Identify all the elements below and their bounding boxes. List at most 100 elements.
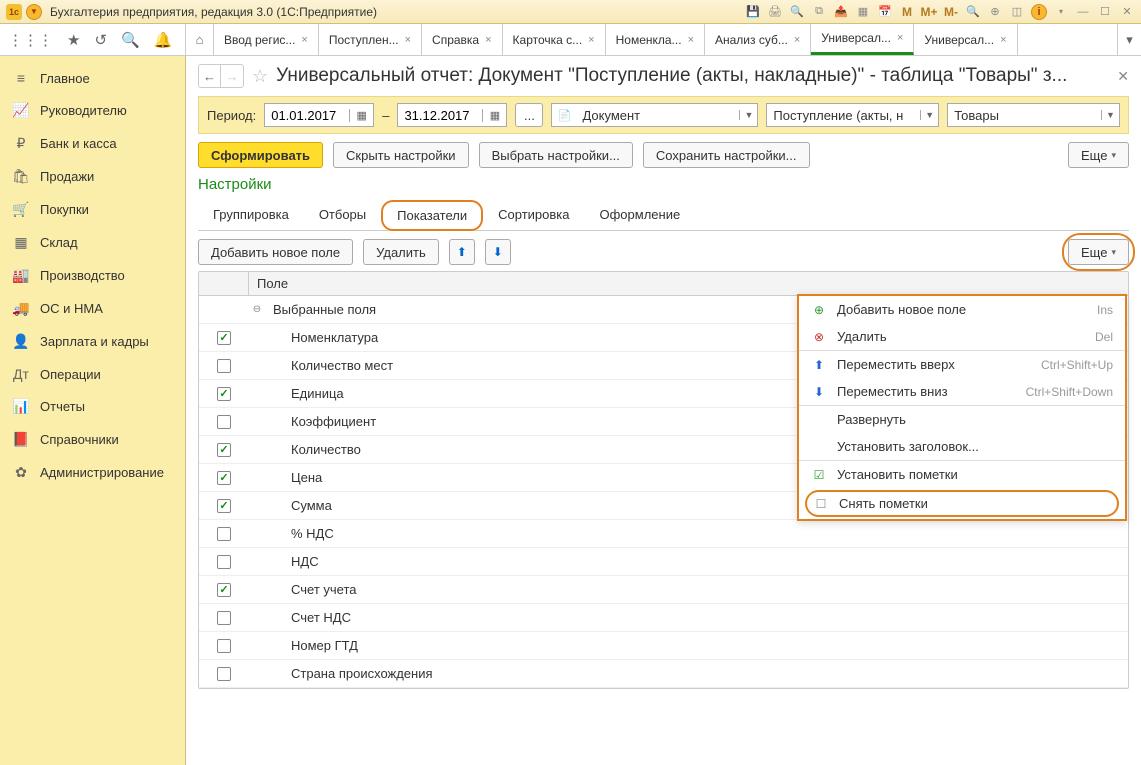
- tab-close-icon[interactable]: ×: [588, 34, 594, 46]
- tab[interactable]: Справка×: [422, 24, 503, 55]
- favorites-icon[interactable]: ★: [67, 31, 80, 49]
- grid-row[interactable]: % НДС: [199, 520, 1128, 548]
- grid-row[interactable]: НДС: [199, 548, 1128, 576]
- delete-field-button[interactable]: Удалить: [363, 239, 439, 265]
- row-checkbox[interactable]: [217, 583, 231, 597]
- row-checkbox[interactable]: [217, 443, 231, 457]
- tab-close-icon[interactable]: ×: [485, 34, 491, 46]
- nav-back-button[interactable]: ←: [199, 65, 221, 87]
- settings-tab[interactable]: Показатели: [381, 200, 483, 231]
- tab-close-icon[interactable]: ×: [1000, 34, 1006, 46]
- tab[interactable]: Анализ суб...×: [705, 24, 811, 55]
- row-checkbox[interactable]: [217, 527, 231, 541]
- sidebar-item[interactable]: 📈Руководителю: [0, 94, 185, 127]
- tab-close-icon[interactable]: ×: [794, 34, 800, 46]
- tab[interactable]: Номенкла...×: [606, 24, 705, 55]
- hide-settings-button[interactable]: Скрыть настройки: [333, 142, 469, 168]
- tab[interactable]: Ввод регис...×: [214, 24, 319, 55]
- grid-row[interactable]: Номер ГТД: [199, 632, 1128, 660]
- find-icon[interactable]: 🔍: [121, 31, 140, 49]
- export-icon[interactable]: 📤: [833, 4, 849, 20]
- menu-item[interactable]: Установить заголовок...: [799, 433, 1125, 460]
- chevron-down-icon[interactable]: ▼: [1101, 110, 1119, 120]
- m-button[interactable]: M: [899, 4, 915, 20]
- search-icon[interactable]: 🔍: [965, 4, 981, 20]
- doc-select[interactable]: Поступление (акты, н ▼: [766, 103, 939, 127]
- grid-row[interactable]: Страна происхождения: [199, 660, 1128, 688]
- collapse-icon[interactable]: ⊖: [249, 304, 265, 315]
- sidebar-item[interactable]: 🚚ОС и НМА: [0, 292, 185, 325]
- row-checkbox[interactable]: [217, 555, 231, 569]
- menu-item[interactable]: ☐Снять пометки: [807, 492, 1117, 515]
- menu-item[interactable]: ⬇Переместить внизCtrl+Shift+Down: [799, 378, 1125, 405]
- row-checkbox[interactable]: [217, 415, 231, 429]
- sidebar-item[interactable]: 📕Справочники: [0, 423, 185, 456]
- tab[interactable]: Универсал...×: [811, 24, 914, 55]
- row-checkbox[interactable]: [217, 471, 231, 485]
- panels-icon[interactable]: ◫: [1009, 4, 1025, 20]
- calendar2-icon[interactable]: 📅: [877, 4, 893, 20]
- sidebar-item[interactable]: ≡Главное: [0, 62, 185, 94]
- choose-settings-button[interactable]: Выбрать настройки...: [479, 142, 633, 168]
- table-select[interactable]: Товары ▼: [947, 103, 1120, 127]
- settings-tab[interactable]: Отборы: [304, 200, 381, 231]
- menu-item[interactable]: ⬆Переместить вверхCtrl+Shift+Up: [799, 350, 1125, 378]
- favorite-star-icon[interactable]: ☆: [252, 66, 268, 87]
- preview-icon[interactable]: 🔍: [789, 4, 805, 20]
- compare-icon[interactable]: ⧉: [811, 4, 827, 20]
- row-checkbox[interactable]: [217, 331, 231, 345]
- date-to-field[interactable]: [398, 108, 482, 123]
- fields-more-button[interactable]: Еще: [1068, 239, 1129, 265]
- sidebar-item[interactable]: 🏭Производство: [0, 259, 185, 292]
- sidebar-item[interactable]: ДтОперации: [0, 358, 185, 390]
- menu-item[interactable]: Развернуть: [799, 405, 1125, 433]
- tab-close-icon[interactable]: ×: [405, 34, 411, 46]
- tab-close-icon[interactable]: ×: [897, 32, 903, 44]
- date-to-input[interactable]: ▦: [397, 103, 507, 127]
- sidebar-item[interactable]: 🛍Продажи: [0, 160, 185, 193]
- sidebar-item[interactable]: ▦Склад: [0, 226, 185, 259]
- sidebar-item[interactable]: ✿Администрирование: [0, 456, 185, 489]
- settings-tab[interactable]: Оформление: [585, 200, 696, 231]
- tab-close-icon[interactable]: ×: [301, 34, 307, 46]
- m-plus-button[interactable]: M+: [921, 4, 937, 20]
- sidebar-item[interactable]: 🛒Покупки: [0, 193, 185, 226]
- move-down-button[interactable]: ⬇: [485, 239, 511, 265]
- apps-icon[interactable]: ⋮⋮⋮: [8, 31, 53, 49]
- save-settings-button[interactable]: Сохранить настройки...: [643, 142, 810, 168]
- row-checkbox[interactable]: [217, 667, 231, 681]
- maximize-button[interactable]: ☐: [1097, 4, 1113, 20]
- more-button[interactable]: Еще: [1068, 142, 1129, 168]
- chevron-down-icon[interactable]: ▼: [920, 110, 938, 120]
- tabs-more[interactable]: ▾: [1117, 24, 1141, 55]
- minimize-button[interactable]: —: [1075, 4, 1091, 20]
- period-picker-button[interactable]: ...: [515, 103, 543, 127]
- settings-tab[interactable]: Группировка: [198, 200, 304, 231]
- sidebar-item[interactable]: 👤Зарплата и кадры: [0, 325, 185, 358]
- row-checkbox[interactable]: [217, 359, 231, 373]
- menu-item[interactable]: ☑Установить пометки: [799, 460, 1125, 488]
- main-menu-dropdown[interactable]: ▼: [26, 4, 42, 20]
- calendar-icon[interactable]: ▦: [349, 109, 373, 122]
- home-tab[interactable]: ⌂: [186, 24, 214, 55]
- tab[interactable]: Поступлен...×: [319, 24, 422, 55]
- form-button[interactable]: Сформировать: [198, 142, 323, 168]
- row-checkbox[interactable]: [217, 387, 231, 401]
- grid-row[interactable]: Счет учета: [199, 576, 1128, 604]
- move-up-button[interactable]: ⬆: [449, 239, 475, 265]
- nav-forward-button[interactable]: →: [221, 65, 243, 87]
- row-checkbox[interactable]: [217, 499, 231, 513]
- calendar-icon[interactable]: ▦: [482, 109, 506, 122]
- date-from-input[interactable]: ▦: [264, 103, 374, 127]
- save-icon[interactable]: 💾: [745, 4, 761, 20]
- info-dropdown-icon[interactable]: ▾: [1053, 4, 1069, 20]
- zoom-icon[interactable]: ⊕: [987, 4, 1003, 20]
- tab-close-icon[interactable]: ×: [688, 34, 694, 46]
- menu-item[interactable]: ⊕Добавить новое полеIns: [799, 296, 1125, 323]
- menu-item[interactable]: ⊗УдалитьDel: [799, 323, 1125, 350]
- m-minus-button[interactable]: M-: [943, 4, 959, 20]
- chevron-down-icon[interactable]: ▼: [739, 110, 757, 120]
- print-icon[interactable]: 🖨: [767, 4, 783, 20]
- page-close-button[interactable]: ✕: [1117, 68, 1129, 85]
- info-icon[interactable]: i: [1031, 4, 1047, 20]
